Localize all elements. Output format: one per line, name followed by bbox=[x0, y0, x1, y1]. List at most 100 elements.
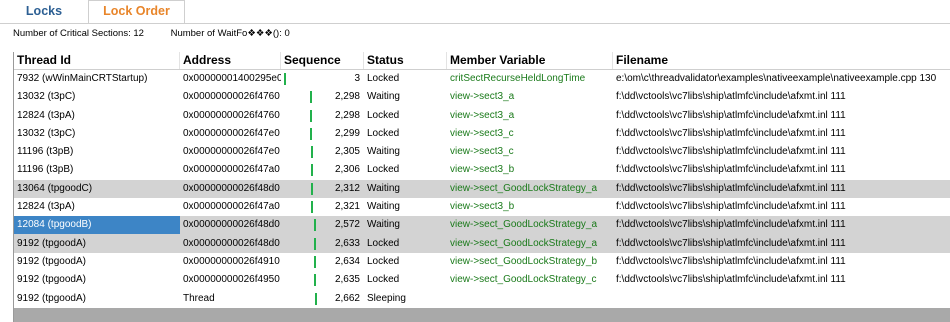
cell-status: Waiting bbox=[367, 201, 400, 213]
cell-sequence: 2,306 bbox=[281, 161, 364, 179]
sequence-bar bbox=[314, 255, 317, 268]
cell-sequence: 3 bbox=[281, 70, 364, 88]
cell-address: 0x00000000026f4760 bbox=[183, 91, 280, 103]
sequence-value: 2,312 bbox=[334, 182, 360, 194]
cell-thread-id: 7932 (wWinMainCRTStartup) bbox=[17, 73, 148, 84]
cell-address: 0x00000000026f4950 bbox=[183, 274, 280, 286]
sequence-bar bbox=[313, 219, 316, 232]
table-row[interactable]: 12084 (tpgoodB) 0x00000000026f48d0 2,572 Wa… bbox=[14, 216, 950, 235]
table-row[interactable]: 13064 (tpgoodC) 0x00000000026f48d0 2,312 Wa… bbox=[14, 179, 950, 199]
sequence-bar bbox=[310, 146, 313, 159]
cell-thread-id: 13032 (t3pC) bbox=[17, 127, 76, 139]
cell-member-variable: view->sect3_a bbox=[450, 91, 515, 103]
cell-thread-id: 12084 (tpgoodB) bbox=[14, 216, 180, 235]
cell-thread-id: 9192 (tpgoodA) bbox=[17, 237, 86, 249]
cell-status: Locked bbox=[367, 274, 400, 286]
cell-address: 0x00000000026f4910 bbox=[183, 255, 280, 267]
cell-sequence: 2,635 bbox=[281, 271, 364, 289]
sequence-bar bbox=[284, 73, 287, 85]
cell-filename: f:\dd\vctools\vc7libs\ship\atlmfc\includ… bbox=[616, 255, 846, 267]
cell-sequence: 2,298 bbox=[281, 107, 364, 125]
cell-filename: f:\dd\vctools\vc7libs\ship\atlmfc\includ… bbox=[616, 237, 846, 249]
column-header-status[interactable]: Status bbox=[364, 52, 447, 69]
cell-status: Locked bbox=[367, 255, 400, 267]
sequence-bar bbox=[310, 127, 312, 140]
table-row[interactable]: 12824 (t3pA) 0x00000000026f47a0 2,321 Waiti… bbox=[14, 198, 950, 217]
cell-member-variable: view->sect3_a bbox=[450, 109, 515, 121]
table-row[interactable]: 9192 (tpgoodA) 0x00000000026f4910 2,634 Loc… bbox=[14, 252, 950, 272]
cell-status: Locked bbox=[367, 127, 400, 139]
sequence-value: 2,633 bbox=[334, 237, 360, 249]
cell-filename: f:\dd\vctools\vc7libs\ship\atlmfc\includ… bbox=[616, 164, 846, 176]
cell-filename: f:\dd\vctools\vc7libs\ship\atlmfc\includ… bbox=[616, 219, 846, 231]
sequence-value: 2,298 bbox=[334, 91, 360, 103]
sequence-bar bbox=[310, 91, 312, 104]
table-row[interactable]: 13032 (t3pC) 0x00000000026f47e0 2,299 Locke… bbox=[14, 124, 950, 144]
table-row[interactable]: 7932 (wWinMainCRTStartup) 0x0000000140029… bbox=[14, 70, 950, 89]
lock-order-grid[interactable]: Thread Id Address Sequence Status Member… bbox=[13, 52, 950, 322]
grid-header: Thread Id Address Sequence Status Member… bbox=[14, 52, 950, 70]
cell-thread-id: 13032 (t3pC) bbox=[17, 91, 76, 103]
cell-thread-id: 9192 (tpgoodA) bbox=[17, 255, 86, 267]
cell-status: Sleeping bbox=[367, 292, 406, 304]
cell-filename: e:\om\c\threadvalidator\examples\nativee… bbox=[616, 73, 937, 84]
cell-address: 0x00000000026f4760 bbox=[183, 109, 280, 121]
cell-member-variable: view->sect3_b bbox=[450, 164, 515, 176]
cell-address: 0x00000000026f48d0 bbox=[183, 219, 280, 231]
column-header-sequence[interactable]: Sequence bbox=[281, 52, 364, 69]
cell-filename: f:\dd\vctools\vc7libs\ship\atlmfc\includ… bbox=[616, 146, 846, 158]
sequence-value: 2,635 bbox=[334, 274, 360, 286]
cell-filename: f:\dd\vctools\vc7libs\ship\atlmfc\includ… bbox=[616, 182, 846, 194]
cell-filename: f:\dd\vctools\vc7libs\ship\atlmfc\includ… bbox=[616, 127, 846, 139]
cell-thread-id: 11196 (t3pB) bbox=[17, 164, 74, 176]
cell-sequence: 2,312 bbox=[281, 180, 364, 198]
table-row[interactable]: 11196 (t3pB) 0x00000000026f47a0 2,306 Locke… bbox=[14, 161, 950, 180]
sequence-value: 2,321 bbox=[334, 201, 360, 213]
sequence-value: 2,305 bbox=[334, 146, 360, 158]
cell-sequence: 2,298 bbox=[281, 88, 364, 106]
table-row[interactable]: 9192 (tpgoodA) 0x00000000026f48d0 2,633 Loc… bbox=[14, 234, 950, 253]
tab-lock-order[interactable]: Lock Order bbox=[88, 0, 185, 23]
cell-member-variable: view->sect_GoodLockStrategy_b bbox=[450, 255, 598, 267]
stats-bar: Number of Critical Sections: 12 Number o… bbox=[13, 28, 290, 39]
cell-thread-id: 9192 (tpgoodA) bbox=[17, 292, 86, 304]
cell-thread-id: 11196 (t3pB) bbox=[17, 146, 74, 158]
cell-member-variable: view->sect_GoodLockStrategy_c bbox=[450, 274, 597, 286]
cell-member-variable: view->sect_GoodLockStrategy_a bbox=[450, 182, 598, 194]
cell-sequence: 2,633 bbox=[281, 235, 364, 253]
sequence-value: 2,572 bbox=[334, 219, 360, 231]
cell-status: Locked bbox=[367, 73, 400, 84]
table-row[interactable]: 12824 (t3pA) 0x00000000026f4760 2,298 Locke… bbox=[14, 106, 950, 125]
table-row[interactable]: 11196 (t3pB) 0x00000000026f47e0 2,305 Waiti… bbox=[14, 143, 950, 162]
cell-address: 0x00000001400295e0 bbox=[183, 73, 281, 84]
cell-filename bbox=[613, 290, 950, 308]
table-row[interactable]: 13032 (t3pC) 0x00000000026f4760 2,298 Waiti… bbox=[14, 88, 950, 107]
cell-thread-id: 9192 (tpgoodA) bbox=[17, 274, 86, 286]
cell-status: Locked bbox=[367, 237, 400, 249]
column-header-address[interactable]: Address bbox=[180, 52, 281, 69]
cell-address: 0x00000000026f47e0 bbox=[183, 127, 280, 139]
cell-status: Waiting bbox=[367, 219, 400, 231]
cell-filename: f:\dd\vctools\vc7libs\ship\atlmfc\includ… bbox=[616, 201, 846, 213]
sequence-bar bbox=[310, 164, 313, 177]
cell-filename: f:\dd\vctools\vc7libs\ship\atlmfc\includ… bbox=[616, 274, 846, 286]
sequence-bar bbox=[314, 292, 317, 305]
tab-locks[interactable]: Locks bbox=[0, 1, 88, 22]
column-header-member-variable[interactable]: Member Variable bbox=[447, 52, 613, 69]
column-header-thread-id[interactable]: Thread Id bbox=[14, 52, 180, 69]
sequence-value: 2,298 bbox=[334, 109, 360, 121]
cell-status: Waiting bbox=[367, 182, 400, 194]
cell-member-variable: view->sect3_c bbox=[450, 127, 514, 139]
table-row[interactable]: 9192 (tpgoodA) Thread 2,662 Sleeping bbox=[14, 289, 950, 308]
table-row[interactable]: 9192 (tpgoodA) 0x00000000026f4950 2,635 Loc… bbox=[14, 271, 950, 290]
sequence-value: 2,634 bbox=[334, 255, 360, 267]
sequence-value: 2,662 bbox=[334, 292, 360, 304]
sequence-bar bbox=[310, 182, 313, 195]
cell-sequence: 2,572 bbox=[281, 216, 364, 234]
cell-address: 0x00000000026f47e0 bbox=[183, 146, 280, 158]
cell-address: 0x00000000026f47a0 bbox=[183, 164, 280, 176]
cell-status: Waiting bbox=[367, 146, 400, 158]
column-header-filename[interactable]: Filename bbox=[613, 52, 950, 69]
cell-status: Locked bbox=[367, 109, 400, 121]
cell-sequence: 2,662 bbox=[281, 290, 364, 308]
